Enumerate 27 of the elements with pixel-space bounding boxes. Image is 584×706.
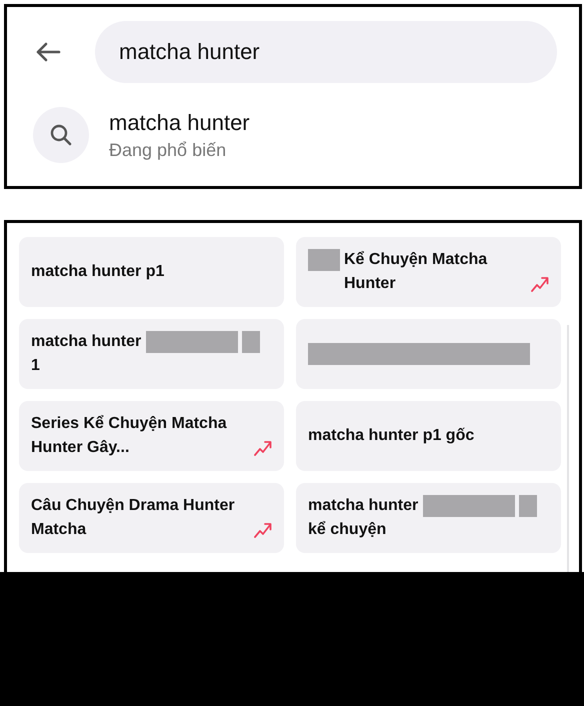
- trending-icon: [254, 522, 272, 538]
- suggestion-title[interactable]: matcha hunter: [109, 110, 250, 136]
- suggestion-tile[interactable]: matcha hunter kể chuyện: [296, 483, 561, 553]
- redaction-bar: [519, 494, 538, 517]
- trending-icon: [254, 440, 272, 456]
- suggestion-tile[interactable]: Series Kể Chuyện Matcha Hunter Gây...: [19, 401, 284, 471]
- suggestion-tile[interactable]: Kể Chuyện Matcha Hunter: [296, 237, 561, 307]
- tile-text: Câu Chuyện Drama Hunter Matcha: [31, 497, 235, 538]
- tile-text: matcha hunter: [31, 333, 142, 350]
- suggestion-tile[interactable]: [296, 319, 561, 389]
- redaction-bar: [242, 330, 260, 353]
- suggestion-tile[interactable]: Câu Chuyện Drama Hunter Matcha: [19, 483, 284, 553]
- tile-text: matcha hunter: [308, 497, 418, 514]
- tile-text: matcha hunter p1: [31, 263, 164, 280]
- tile-text: Kể Chuyện Matcha Hunter: [344, 250, 488, 294]
- redaction-bar: [308, 249, 340, 271]
- suggestion-subtitle: Đang phổ biến: [109, 140, 228, 160]
- search-field[interactable]: matcha hunter: [95, 21, 557, 83]
- tile-text: matcha hunter p1 gốc: [308, 427, 474, 444]
- suggestion-tile[interactable]: matcha hunter 1: [19, 319, 284, 389]
- tile-text: kể chuyện: [308, 521, 386, 538]
- tile-text: 1: [31, 357, 40, 374]
- tile-text: Series Kể Chuyện Matcha Hunter Gây...: [31, 415, 227, 456]
- trending-icon: [531, 276, 549, 292]
- suggestion-tile[interactable]: matcha hunter p1: [19, 237, 284, 307]
- back-arrow-icon[interactable]: [35, 42, 61, 62]
- suggestion-tile[interactable]: matcha hunter p1 gốc: [296, 401, 561, 471]
